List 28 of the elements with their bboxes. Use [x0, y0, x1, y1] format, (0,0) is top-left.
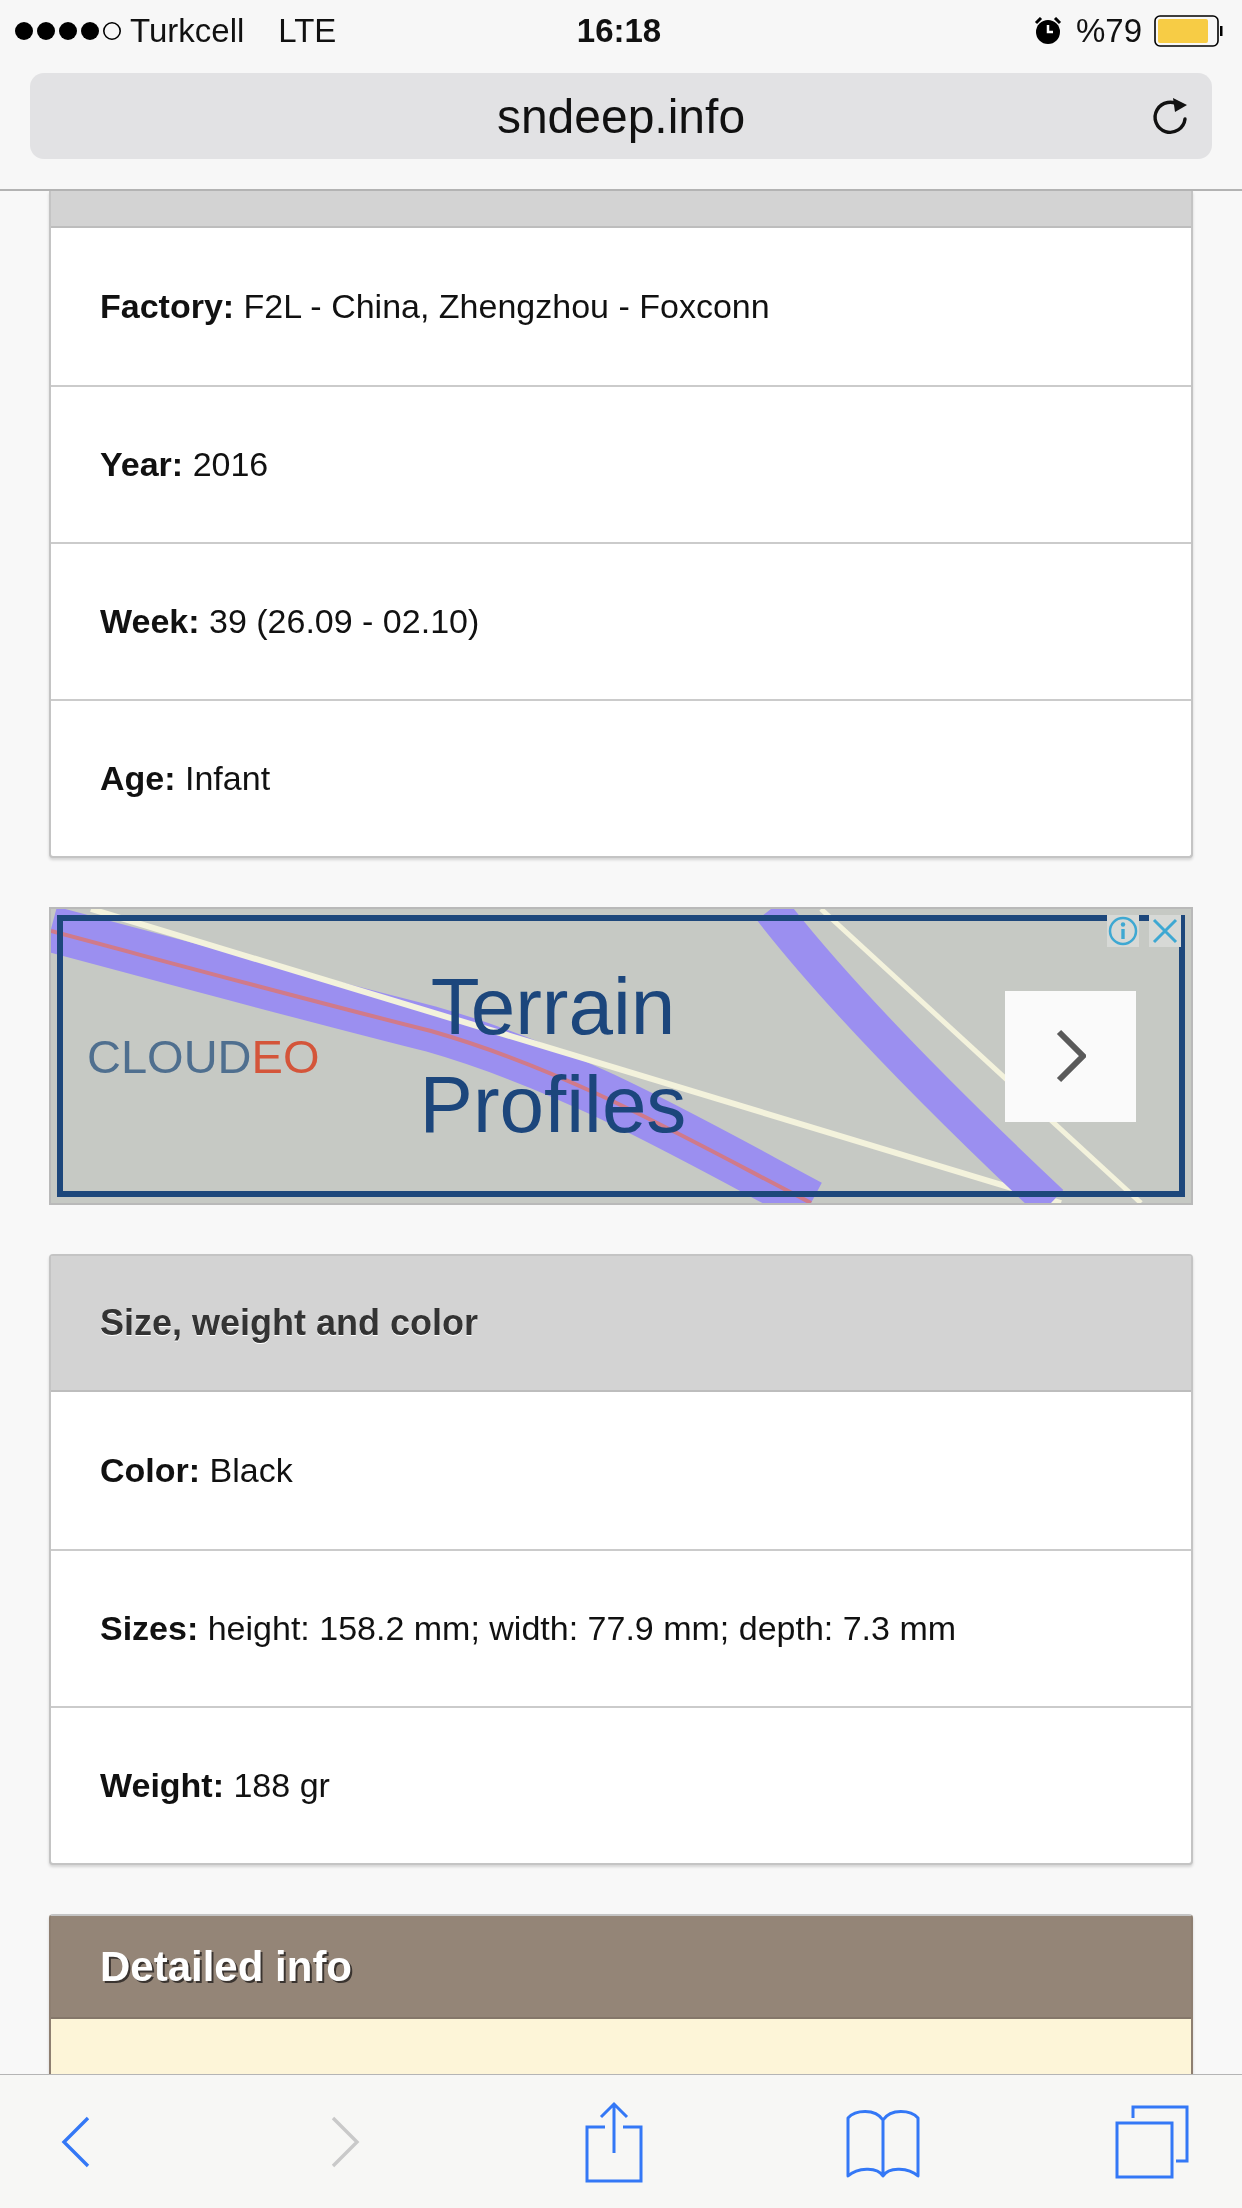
- section-header: Detailed info: [51, 1916, 1191, 2019]
- spec-text: Sizes: height: 158.2 mm; width: 77.9 mm; depth: 7.3 mm: [100, 1609, 957, 1648]
- ad-banner[interactable]: CLOUDEO Terrain Profiles: [49, 907, 1193, 1205]
- chevron-right-icon: [1055, 1029, 1086, 1083]
- address-bar[interactable]: sndeep.info: [30, 73, 1212, 159]
- carrier-name: Turkcell: [130, 12, 245, 50]
- close-icon[interactable]: [1149, 915, 1181, 947]
- spec-text: Year: 2016: [100, 445, 269, 484]
- reload-icon[interactable]: [1150, 95, 1190, 137]
- ad-next-button[interactable]: [1005, 990, 1136, 1122]
- signal-strength-icon: [14, 21, 122, 41]
- spec-text: Color: Black: [100, 1451, 293, 1490]
- battery-icon: [1154, 15, 1224, 47]
- spec-text: Weight: 188 gr: [100, 1766, 330, 1805]
- back-icon[interactable]: [61, 2115, 91, 2168]
- alarm-clock-icon: [1033, 17, 1062, 45]
- ad-logo-text: CLOUDEO: [87, 1028, 321, 1084]
- clock-time: 16:18: [576, 12, 662, 50]
- spec-text: Week: 39 (26.09 - 02.10): [100, 602, 480, 641]
- battery-percent: %79: [1075, 12, 1142, 50]
- section-header: Size, weight and color: [51, 1256, 1191, 1392]
- share-icon[interactable]: [585, 2100, 643, 2183]
- tabs-icon[interactable]: [1115, 2104, 1189, 2179]
- ad-headline: Terrain Profiles: [418, 961, 688, 1151]
- network-type: LTE: [278, 12, 337, 50]
- spec-text: Age: Infant: [100, 759, 271, 798]
- spec-text: Factory: F2L - China, Zhengzhou - Foxconn: [100, 287, 770, 326]
- info-icon[interactable]: [1107, 915, 1139, 947]
